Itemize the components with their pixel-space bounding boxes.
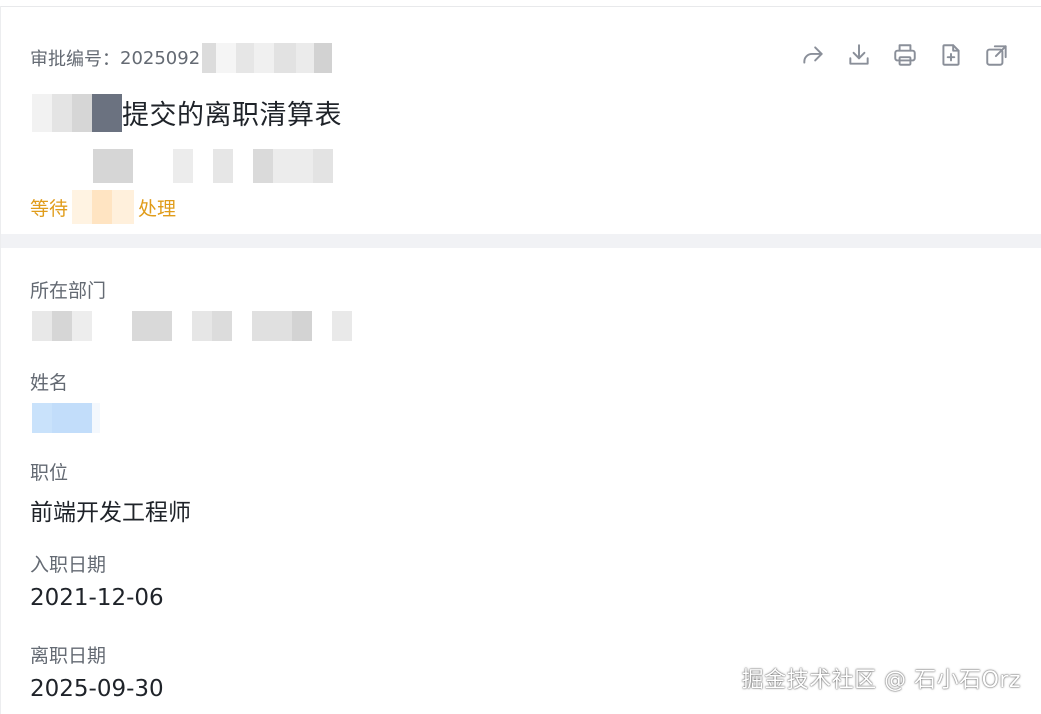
page-title-text: 提交的离职清算表 bbox=[122, 100, 342, 131]
approval-number: 审批编号： 2025092 bbox=[30, 43, 333, 73]
department-label: 所在部门 bbox=[30, 280, 107, 302]
field-leave-date: 离职日期 2025-09-30 bbox=[30, 641, 164, 702]
approver-name-redacted bbox=[72, 190, 135, 224]
share-icon bbox=[803, 46, 823, 64]
applicant-name-redacted bbox=[32, 93, 122, 132]
field-hire-date: 入职日期 2021-12-06 bbox=[30, 550, 164, 611]
open-external-button[interactable] bbox=[983, 41, 1011, 69]
status-suffix: 处理 bbox=[138, 197, 177, 220]
approval-status: 等待 处理 bbox=[30, 190, 176, 224]
name-value bbox=[30, 403, 100, 439]
leave-date-value: 2025-09-30 bbox=[30, 676, 164, 702]
name-value-redacted bbox=[32, 403, 100, 433]
field-name: 姓名 bbox=[30, 368, 100, 439]
watermark: 掘金技术社区 @ 石小石Orz bbox=[741, 668, 1021, 693]
hire-date-value: 2021-12-06 bbox=[30, 585, 164, 611]
department-value bbox=[30, 311, 352, 347]
download-button[interactable] bbox=[845, 41, 873, 69]
field-department: 所在部门 bbox=[30, 276, 352, 347]
top-divider bbox=[0, 0, 1041, 7]
submitter-info-redacted bbox=[93, 149, 333, 187]
section-separator bbox=[1, 234, 1041, 248]
approval-detail-page: 审批编号： 2025092 提交的离职清算表 等待 处理 所在部门 姓名 职位 … bbox=[0, 0, 1041, 714]
position-label: 职位 bbox=[30, 462, 69, 484]
download-icon bbox=[849, 44, 869, 65]
add-file-icon bbox=[942, 44, 960, 66]
approval-number-label: 审批编号： bbox=[30, 49, 120, 70]
print-icon bbox=[894, 44, 916, 66]
add-file-button[interactable] bbox=[937, 41, 965, 69]
leave-date-label: 离职日期 bbox=[30, 645, 107, 667]
print-button[interactable] bbox=[891, 41, 919, 69]
page-title: 提交的离职清算表 bbox=[32, 93, 342, 132]
department-value-redacted bbox=[32, 311, 352, 341]
status-prefix: 等待 bbox=[30, 197, 69, 220]
field-position: 职位 前端开发工程师 bbox=[30, 458, 191, 527]
position-value: 前端开发工程师 bbox=[30, 500, 191, 526]
approval-header-card: 审批编号： 2025092 提交的离职清算表 等待 处理 bbox=[1, 7, 1041, 234]
approval-number-prefix: 2025092 bbox=[120, 47, 201, 69]
approval-number-redacted bbox=[202, 43, 333, 73]
open-external-icon bbox=[986, 45, 1007, 66]
toolbar bbox=[799, 41, 1011, 69]
share-button[interactable] bbox=[799, 41, 827, 69]
hire-date-label: 入职日期 bbox=[30, 554, 107, 576]
name-label: 姓名 bbox=[30, 372, 69, 394]
